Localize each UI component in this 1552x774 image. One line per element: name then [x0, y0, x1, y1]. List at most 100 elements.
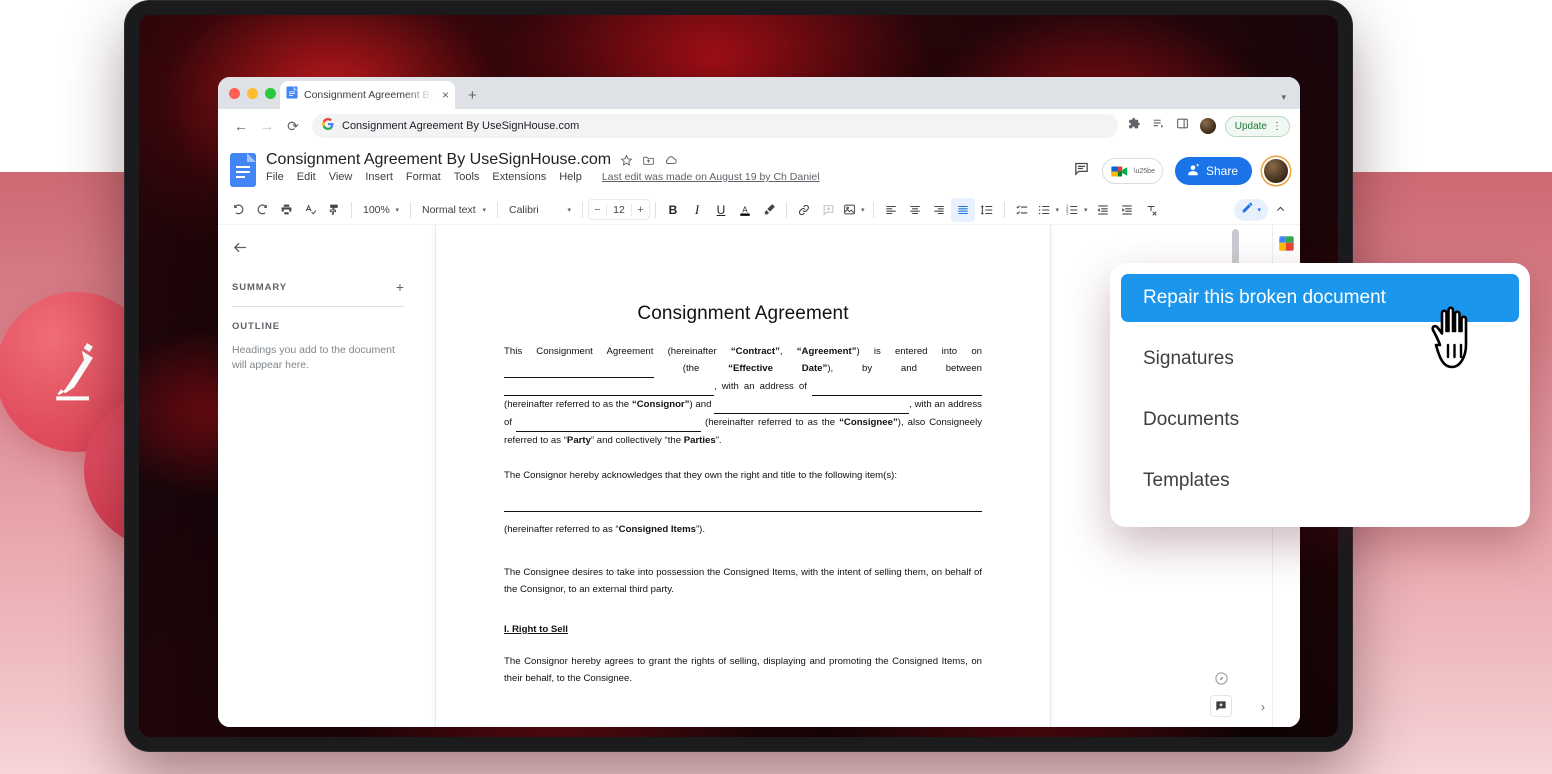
clear-formatting-icon[interactable]: [1139, 198, 1163, 222]
editing-mode-selector[interactable]: ▾: [1234, 199, 1268, 221]
maximize-window-button[interactable]: [265, 88, 276, 99]
comment-history-icon[interactable]: [1073, 160, 1090, 182]
menu-file[interactable]: File: [266, 171, 284, 183]
address-bar[interactable]: Consignment Agreement By UseSignHouse.co…: [312, 114, 1118, 138]
zoom-selector[interactable]: 100% ▾: [357, 199, 405, 221]
menu-help[interactable]: Help: [559, 171, 582, 183]
move-to-folder-icon[interactable]: [642, 154, 655, 167]
fill-in-blank[interactable]: [504, 360, 654, 378]
spelling-check-icon[interactable]: [298, 198, 322, 222]
menu-item-templates[interactable]: Templates: [1121, 457, 1519, 505]
close-icon[interactable]: ×: [442, 89, 449, 101]
font-selector[interactable]: Calibri ▾: [503, 199, 577, 221]
paragraph-text-run: ” and collectively “the: [591, 435, 684, 446]
defined-term: “Agreement”: [797, 346, 857, 357]
menu-view[interactable]: View: [329, 171, 353, 183]
document-page[interactable]: Consignment Agreement This Consignment A…: [436, 225, 1050, 727]
increase-font-size-button[interactable]: +: [632, 204, 649, 216]
menu-item-documents[interactable]: Documents: [1121, 396, 1519, 444]
expand-panel-chevron-icon[interactable]: ›: [1261, 700, 1265, 714]
minimize-window-button[interactable]: [247, 88, 258, 99]
cloud-saved-icon[interactable]: [664, 153, 678, 167]
defined-term: “Consignor”: [632, 399, 690, 410]
defined-term: “Effective Date”: [728, 363, 827, 374]
paragraph-style-value: Normal text: [422, 204, 476, 216]
checklist-icon[interactable]: [1010, 198, 1034, 222]
google-calendar-icon[interactable]: [1278, 235, 1295, 252]
defined-term: Parties: [684, 435, 716, 446]
smart-compose-icon[interactable]: [1210, 695, 1232, 717]
decrease-indent-icon[interactable]: [1091, 198, 1115, 222]
paint-format-icon[interactable]: [322, 198, 346, 222]
forward-arrow-icon[interactable]: →: [254, 113, 280, 139]
page-title[interactable]: Consignment Agreement By UseSignHouse.co…: [266, 151, 611, 169]
align-justify-icon[interactable]: [951, 198, 975, 222]
text-color-icon[interactable]: A: [733, 198, 757, 222]
align-right-icon[interactable]: [927, 198, 951, 222]
menu-insert[interactable]: Insert: [365, 171, 393, 183]
fill-in-blank[interactable]: [516, 414, 701, 432]
google-docs-logo-icon[interactable]: [230, 153, 256, 187]
new-tab-button[interactable]: +: [468, 88, 477, 103]
highlight-color-icon[interactable]: [757, 198, 781, 222]
add-comment-icon[interactable]: [816, 198, 840, 222]
pen-nib-icon: [39, 335, 113, 409]
print-icon[interactable]: [274, 198, 298, 222]
fill-in-blank[interactable]: [504, 493, 982, 511]
bold-button[interactable]: B: [661, 198, 685, 222]
font-size-stepper[interactable]: − 12 +: [588, 199, 650, 220]
increase-indent-icon[interactable]: [1115, 198, 1139, 222]
share-button[interactable]: Share: [1175, 157, 1252, 185]
line-spacing-icon[interactable]: [975, 198, 999, 222]
paragraph-style-selector[interactable]: Normal text ▾: [416, 199, 492, 221]
insert-image-icon[interactable]: ▾: [840, 199, 868, 221]
google-g-icon: [322, 117, 334, 135]
update-button[interactable]: Update ⋮: [1225, 116, 1290, 137]
decrease-font-size-button[interactable]: −: [589, 204, 606, 216]
chevron-down-icon: ▾: [1084, 206, 1088, 214]
align-center-icon[interactable]: [903, 198, 927, 222]
chevron-down-icon[interactable]: ▾: [1281, 92, 1286, 103]
browser-tab[interactable]: Consignment Agreement By U ×: [280, 81, 455, 109]
bulleted-list-icon[interactable]: ▾: [1034, 199, 1063, 221]
insert-link-icon[interactable]: [792, 198, 816, 222]
star-icon[interactable]: [620, 154, 633, 167]
explore-icon[interactable]: [1210, 667, 1232, 689]
italic-button[interactable]: I: [685, 198, 709, 222]
underline-button[interactable]: U: [709, 198, 733, 222]
font-size-value[interactable]: 12: [606, 204, 632, 216]
add-summary-button[interactable]: +: [396, 280, 404, 294]
back-arrow-icon[interactable]: ←: [228, 113, 254, 139]
back-arrow-icon[interactable]: [232, 239, 404, 260]
hide-menus-chevron-icon[interactable]: [1268, 198, 1292, 222]
paragraph-text-run: (the: [654, 363, 728, 374]
redo-icon[interactable]: [250, 198, 274, 222]
undo-icon[interactable]: [226, 198, 250, 222]
numbered-list-icon[interactable]: 123 ▾: [1062, 199, 1091, 221]
menu-tools[interactable]: Tools: [454, 171, 480, 183]
document-outline-panel: SUMMARY + OUTLINE Headings you add to th…: [218, 225, 418, 727]
close-window-button[interactable]: [229, 88, 240, 99]
menu-format[interactable]: Format: [406, 171, 441, 183]
fill-in-blank[interactable]: [504, 378, 714, 396]
google-meet-icon[interactable]: \u25be: [1102, 158, 1163, 184]
toolbar-divider: [497, 202, 498, 218]
reload-icon[interactable]: ⟳: [280, 113, 306, 139]
kebab-menu-icon[interactable]: ⋮: [1272, 121, 1282, 132]
extensions-puzzle-icon[interactable]: [1128, 117, 1141, 135]
profile-avatar-icon[interactable]: [1200, 118, 1216, 134]
last-edit-label[interactable]: Last edit was made on August 19 by Ch Da…: [602, 171, 820, 183]
reading-list-icon[interactable]: [1152, 117, 1165, 135]
defined-term: “Contract”: [731, 346, 780, 357]
account-avatar[interactable]: [1264, 159, 1288, 183]
chevron-down-icon[interactable]: \u25be: [1134, 168, 1155, 175]
menu-extensions[interactable]: Extensions: [492, 171, 546, 183]
align-left-icon[interactable]: [879, 198, 903, 222]
side-panel-icon[interactable]: [1176, 117, 1189, 135]
fill-in-blank[interactable]: [714, 396, 909, 414]
fill-in-blank[interactable]: [812, 378, 982, 396]
menu-edit[interactable]: Edit: [297, 171, 316, 183]
window-traffic-lights[interactable]: [229, 88, 276, 99]
chevron-down-icon: ▾: [1056, 206, 1060, 214]
document-paragraph-1: This Consignment Agreement (hereinafter …: [504, 343, 982, 449]
